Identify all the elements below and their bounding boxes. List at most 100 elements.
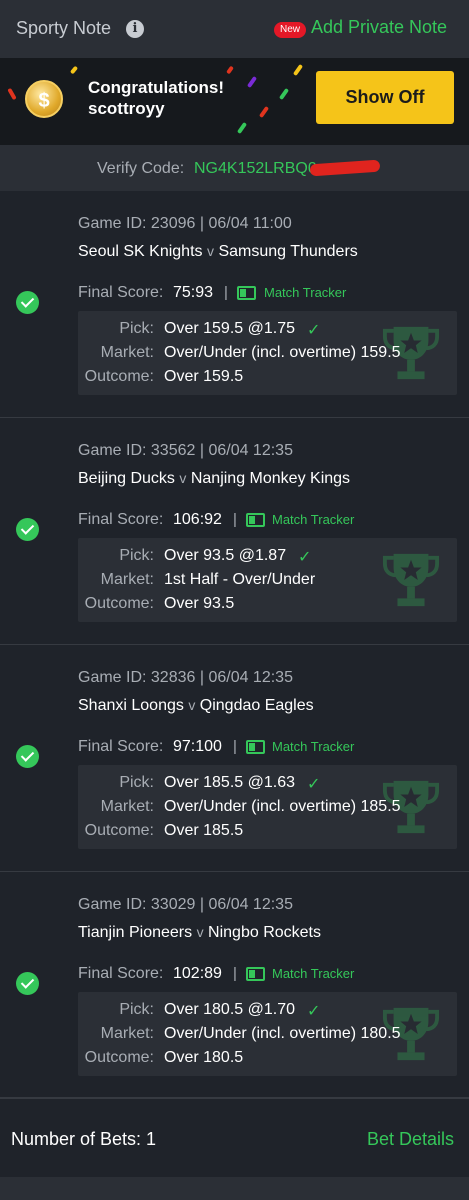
bet-row: Game ID: 33029 | 06/04 12:35 Tianjin Pion… xyxy=(0,872,469,1099)
confetti-decoration xyxy=(69,65,79,75)
final-score-label: Final Score: xyxy=(78,738,164,755)
confetti-decoration xyxy=(292,63,304,77)
pick-won-check-icon: ✓ xyxy=(307,776,321,793)
verify-code-bar: Verify Code: NG4K152LRBQ0 xyxy=(0,145,469,191)
versus-label: v xyxy=(206,243,214,259)
match-tracker-icon[interactable] xyxy=(246,513,265,527)
outcome-label: Outcome: xyxy=(84,1049,154,1066)
away-team: Samsung Thunders xyxy=(218,243,358,260)
game-id: Game ID: 32836 | 06/04 12:35 xyxy=(78,669,293,686)
congratulations-banner: $ Congratulations! scottroyy Show Off xyxy=(0,58,469,145)
pick-details-box: Pick: Over 93.5 @1.87 Market: 1st Half - Ov… xyxy=(78,538,457,622)
game-id: Game ID: 33562 | 06/04 12:35 xyxy=(78,442,293,459)
new-badge: New xyxy=(274,22,307,38)
won-check-icon xyxy=(16,518,39,541)
confetti-decoration xyxy=(246,75,258,89)
separator: | xyxy=(233,511,237,528)
bet-row: Game ID: 32836 | 06/04 12:35 Shanxi Loong… xyxy=(0,645,469,872)
pick-row: Pick: Over 185.5 @1.63 xyxy=(78,774,457,796)
bet-summary-footer: Number of Bets: 1 Bet Details xyxy=(0,1097,469,1177)
home-team: Shanxi Loongs xyxy=(78,697,184,714)
market-row: Market: Over/Under (incl. overtime) 180.5 xyxy=(78,1025,457,1047)
match-tracker-icon[interactable] xyxy=(246,740,265,754)
username: scottroyy xyxy=(88,99,165,118)
outcome-label: Outcome: xyxy=(84,822,154,839)
market-row: Market: Over/Under (incl. overtime) 185.5 xyxy=(78,798,457,820)
pick-value: Over 180.5 @1.70 xyxy=(164,1001,295,1018)
confetti-decoration xyxy=(236,121,248,135)
match-tracker-link[interactable]: Match Tracker xyxy=(272,739,354,754)
outcome-row: Outcome: Over 185.5 xyxy=(78,822,457,844)
market-label: Market: xyxy=(100,344,154,361)
bottom-strip xyxy=(0,1177,469,1200)
pick-label: Pick: xyxy=(119,1001,154,1018)
home-team: Beijing Ducks xyxy=(78,470,175,487)
show-off-button[interactable]: Show Off xyxy=(316,71,454,124)
pick-won-check-icon: ✓ xyxy=(307,1003,321,1020)
page-title: Sporty Note xyxy=(16,18,112,38)
pick-label: Pick: xyxy=(119,547,154,564)
pick-won-check-icon: ✓ xyxy=(298,549,312,566)
confetti-decoration xyxy=(258,105,270,119)
pick-value: Over 159.5 @1.75 xyxy=(164,320,295,337)
market-value: Over/Under (incl. overtime) 180.5 xyxy=(164,1025,401,1042)
confetti-decoration xyxy=(226,65,234,75)
final-score-value: 102:89 xyxy=(173,965,222,982)
market-value: Over/Under (incl. overtime) 159.5 xyxy=(164,344,401,361)
coin-icon: $ xyxy=(25,80,63,118)
match-tracker-link[interactable]: Match Tracker xyxy=(272,966,354,981)
pick-details-box: Pick: Over 185.5 @1.63 Market: Over/Under (… xyxy=(78,765,457,849)
match-tracker-link[interactable]: Match Tracker xyxy=(272,512,354,527)
won-check-icon xyxy=(16,745,39,768)
verify-code-label: Verify Code: xyxy=(97,160,185,177)
game-id: Game ID: 23096 | 06/04 11:00 xyxy=(78,215,292,232)
header-bar: Sporty Note i New Add Private Note xyxy=(0,0,469,58)
bet-details-link[interactable]: Bet Details xyxy=(367,1129,454,1150)
match-teams: Tianjin Pioneers v Ningbo Rockets xyxy=(78,924,321,942)
verify-code-value[interactable]: NG4K152LRBQ0 xyxy=(194,160,317,178)
separator: | xyxy=(233,738,237,755)
outcome-value: Over 93.5 xyxy=(164,595,235,612)
confetti-decoration xyxy=(7,87,17,101)
final-score-label: Final Score: xyxy=(78,511,164,528)
market-value: 1st Half - Over/Under xyxy=(164,571,316,588)
market-label: Market: xyxy=(100,1025,154,1042)
market-row: Market: 1st Half - Over/Under xyxy=(78,571,457,593)
add-private-note-link[interactable]: Add Private Note xyxy=(311,17,447,38)
outcome-row: Outcome: Over 159.5 xyxy=(78,368,457,390)
bet-row: Game ID: 23096 | 06/04 11:00 Seoul SK Kni… xyxy=(0,191,469,418)
final-score-value: 97:100 xyxy=(173,738,222,755)
final-score-value: 106:92 xyxy=(173,511,222,528)
number-of-bets: Number of Bets: 1 xyxy=(11,1129,157,1149)
match-tracker-icon[interactable] xyxy=(246,967,265,981)
match-tracker-link[interactable]: Match Tracker xyxy=(264,285,346,300)
outcome-label: Outcome: xyxy=(84,368,154,385)
outcome-row: Outcome: Over 93.5 xyxy=(78,595,457,617)
away-team: Qingdao Eagles xyxy=(199,697,314,714)
market-value: Over/Under (incl. overtime) 185.5 xyxy=(164,798,401,815)
pick-row: Pick: Over 159.5 @1.75 xyxy=(78,320,457,342)
info-icon[interactable]: i xyxy=(126,20,144,38)
home-team: Seoul SK Knights xyxy=(78,243,203,260)
final-score-label: Final Score: xyxy=(78,284,164,301)
away-team: Ningbo Rockets xyxy=(208,924,321,941)
confetti-decoration xyxy=(278,87,290,101)
final-score-label: Final Score: xyxy=(78,965,164,982)
versus-label: v xyxy=(188,697,196,713)
separator: | xyxy=(224,284,228,301)
outcome-value: Over 159.5 xyxy=(164,368,244,385)
pick-value: Over 185.5 @1.63 xyxy=(164,774,295,791)
match-teams: Beijing Ducks v Nanjing Monkey Kings xyxy=(78,470,350,488)
market-label: Market: xyxy=(100,798,154,815)
match-teams: Seoul SK Knights v Samsung Thunders xyxy=(78,243,358,261)
pick-label: Pick: xyxy=(119,774,154,791)
versus-label: v xyxy=(196,924,204,940)
pick-row: Pick: Over 93.5 @1.87 xyxy=(78,547,457,569)
pick-details-box: Pick: Over 180.5 @1.70 Market: Over/Under (… xyxy=(78,992,457,1076)
match-tracker-icon[interactable] xyxy=(237,286,256,300)
outcome-value: Over 185.5 xyxy=(164,822,244,839)
separator: | xyxy=(233,965,237,982)
pick-details-box: Pick: Over 159.5 @1.75 Market: Over/Under (… xyxy=(78,311,457,395)
pick-label: Pick: xyxy=(119,320,154,337)
outcome-row: Outcome: Over 180.5 xyxy=(78,1049,457,1071)
